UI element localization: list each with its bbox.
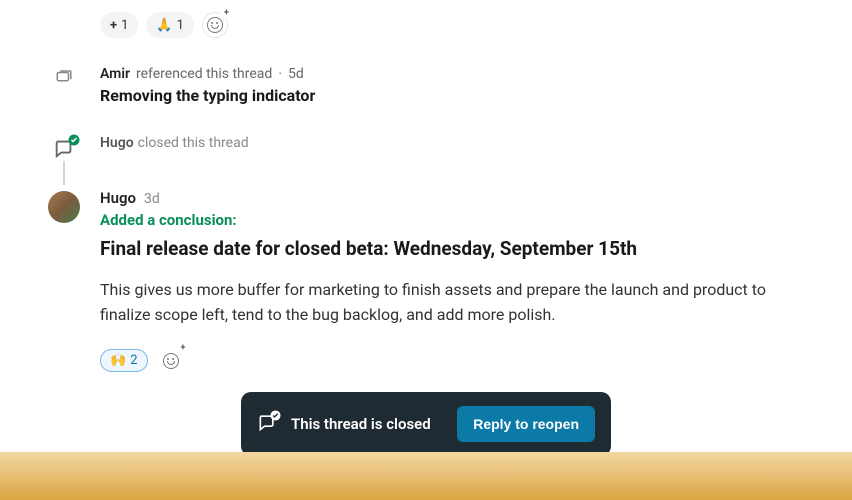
smiley-icon bbox=[163, 353, 179, 369]
thread-closed-icon bbox=[257, 412, 277, 436]
referenced-thread-link[interactable]: Removing the typing indicator bbox=[100, 86, 812, 105]
conclusion-label: Added a conclusion: bbox=[100, 211, 812, 229]
add-reaction-button[interactable]: + bbox=[158, 348, 184, 374]
existing-reactions-row: + 1 🙏 1 + bbox=[100, 12, 812, 38]
reference-author[interactable]: Amir bbox=[100, 66, 130, 82]
closed-banner-text: This thread is closed bbox=[291, 415, 443, 433]
reaction-plus-one[interactable]: + 1 bbox=[100, 12, 138, 38]
footer-background bbox=[0, 452, 852, 500]
reply-to-reopen-button[interactable]: Reply to reopen bbox=[457, 406, 595, 442]
closed-author[interactable]: Hugo bbox=[100, 135, 134, 151]
post-time: 3d bbox=[144, 191, 160, 207]
conclusion-title: Final release date for closed beta: Wedn… bbox=[100, 237, 812, 260]
conclusion-post: Hugo 3d Added a conclusion: Final releas… bbox=[40, 189, 812, 374]
reference-event: Amir referenced this thread · 5d Removin… bbox=[40, 66, 812, 105]
add-reaction-button[interactable]: + bbox=[202, 12, 228, 38]
thread-closed-icon bbox=[53, 137, 75, 163]
avatar[interactable] bbox=[48, 191, 80, 223]
reaction-raised-hands[interactable]: 🙌 2 bbox=[100, 349, 148, 372]
smiley-icon bbox=[207, 17, 223, 33]
timeline-connector bbox=[63, 161, 65, 185]
chat-stack-icon bbox=[54, 68, 74, 86]
thread-closed-banner: This thread is closed Reply to reopen bbox=[241, 392, 611, 456]
reaction-pray[interactable]: 🙏 1 bbox=[146, 12, 194, 38]
closed-event: Hugo closed this thread bbox=[40, 135, 812, 163]
conclusion-body: This gives us more buffer for marketing … bbox=[100, 278, 812, 328]
post-author[interactable]: Hugo bbox=[100, 189, 136, 207]
